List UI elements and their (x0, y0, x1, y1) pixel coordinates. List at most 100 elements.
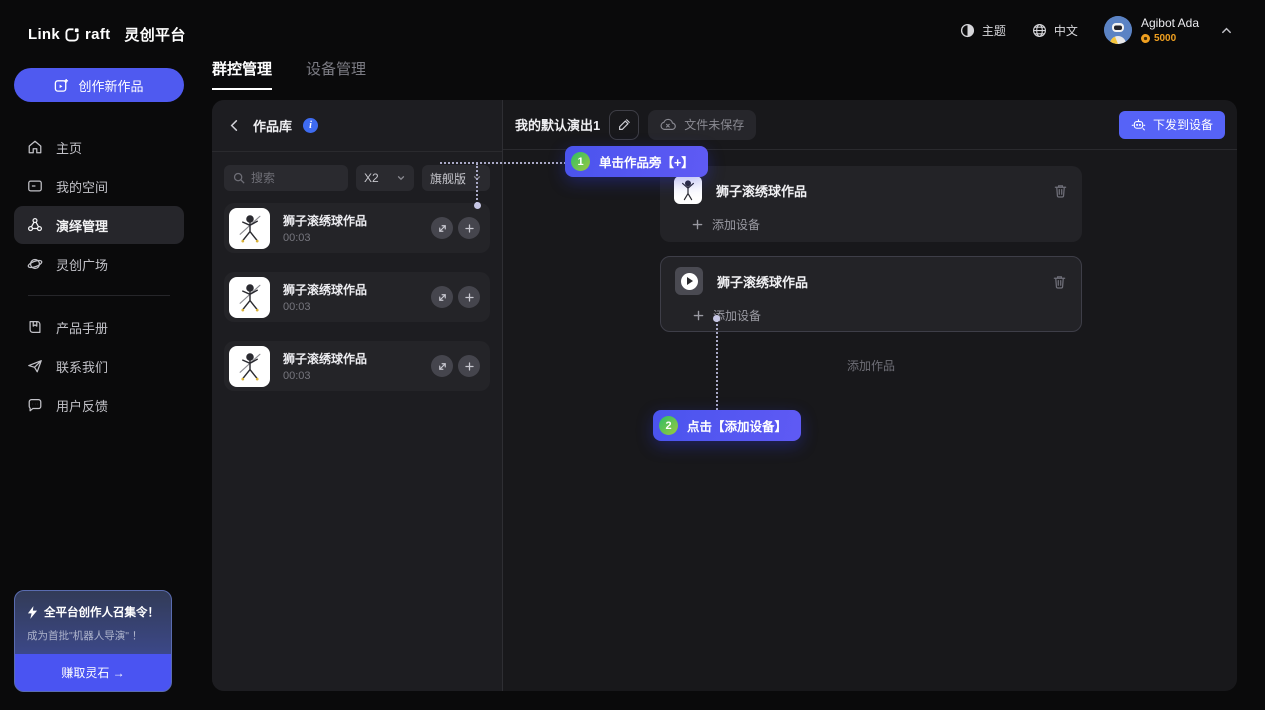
work-duration: 00:03 (283, 301, 426, 313)
language-label: 中文 (1054, 22, 1078, 39)
library-work-item[interactable]: 狮子滚绣球作品 00:03 (224, 272, 490, 322)
lightning-icon (27, 606, 38, 619)
deploy-to-device-button[interactable]: 下发到设备 (1119, 111, 1225, 139)
sidebar-item-contact-us[interactable]: 联系我们 (14, 347, 184, 385)
home-icon (27, 139, 43, 155)
tutorial-connector-dot (474, 202, 481, 209)
sidebar-item-label: 我的空间 (56, 177, 108, 196)
sidebar-item-plaza[interactable]: 灵创广场 (14, 245, 184, 283)
library-work-item[interactable]: 狮子滚绣球作品 00:03 (224, 341, 490, 391)
file-status-label: 文件未保存 (684, 116, 744, 133)
language-switcher[interactable]: 中文 (1032, 22, 1078, 39)
back-arrow-icon[interactable] (227, 118, 242, 133)
show-title: 我的默认演出1 (515, 115, 600, 134)
speed-select[interactable]: X2 (356, 165, 414, 191)
file-status-chip: 文件未保存 (648, 110, 756, 140)
tutorial-connector-dot (713, 315, 720, 322)
sidebar-item-my-space[interactable]: 我的空间 (14, 167, 184, 205)
work-thumbnail (229, 346, 270, 387)
expand-icon[interactable] (431, 217, 453, 239)
work-title: 狮子滚绣球作品 (717, 272, 1038, 291)
topbar: 主题 中文 Agibot Ada 5000 (198, 0, 1265, 60)
brand-text-prefix: Link (28, 26, 60, 43)
content-panel: 作品库 i X2 旗舰版 (212, 100, 1237, 691)
theme-toggle[interactable]: 主题 (960, 22, 1006, 39)
tutorial-connector-line (440, 162, 566, 164)
manual-icon (27, 319, 43, 335)
username: Agibot Ada (1141, 16, 1199, 30)
add-work-plus-icon[interactable] (458, 217, 480, 239)
pencil-icon (617, 118, 631, 132)
create-work-icon (54, 78, 69, 93)
planet-icon (27, 256, 43, 272)
search-input[interactable] (251, 171, 339, 185)
deploy-label: 下发到设备 (1153, 116, 1213, 133)
sidebar-item-label: 灵创广场 (56, 255, 108, 274)
chat-bubble-icon (27, 397, 43, 413)
sidebar-item-home[interactable]: 主页 (14, 128, 184, 166)
tooltip-text: 点击【添加设备】 (687, 416, 787, 435)
rename-button[interactable] (609, 110, 639, 140)
sidebar-item-feedback[interactable]: 用户反馈 (14, 386, 184, 424)
sidebar-divider (28, 295, 170, 296)
tutorial-tooltip-step1: 1 单击作品旁【+】 (565, 146, 708, 177)
trash-icon[interactable] (1053, 183, 1068, 198)
expand-icon[interactable] (431, 355, 453, 377)
work-title: 狮子滚绣球作品 (283, 350, 426, 367)
show-track: 狮子滚绣球作品 添加设备 狮子滚绣球作品 (660, 166, 1082, 374)
earn-gems-label: 赚取灵石 → (61, 664, 124, 681)
promo-subtitle: 成为首批"机器人导演" ！ (27, 628, 159, 643)
tutorial-connector-line (476, 163, 478, 204)
stage-panel: 我的默认演出1 文件未保存 下发到设备 (503, 100, 1237, 691)
work-title: 狮子滚绣球作品 (283, 281, 426, 298)
globe-icon (1032, 23, 1047, 38)
create-work-label: 创作新作品 (78, 76, 143, 95)
search-box (224, 165, 348, 191)
trash-icon[interactable] (1052, 274, 1067, 289)
show-work-card[interactable]: 狮子滚绣球作品 添加设备 (660, 166, 1082, 242)
tab-group-control[interactable]: 群控管理 (212, 58, 272, 90)
cloud-unsaved-icon (660, 118, 676, 131)
plus-icon (692, 219, 703, 230)
add-work-plus-icon[interactable] (458, 355, 480, 377)
promo-card: 全平台创作人召集令！ 成为首批"机器人导演" ！ 赚取灵石 → (14, 590, 172, 692)
expand-icon[interactable] (431, 286, 453, 308)
add-device-button[interactable]: 添加设备 (692, 216, 1068, 233)
coin-icon (1141, 34, 1150, 43)
work-thumbnail (229, 277, 270, 318)
avatar (1104, 16, 1132, 44)
earn-gems-button[interactable]: 赚取灵石 → (15, 654, 171, 691)
sidebar-item-label: 产品手册 (56, 318, 108, 337)
work-thumbnail-playing (675, 267, 703, 295)
add-work-button[interactable]: 添加作品 (660, 357, 1082, 374)
add-device-button[interactable]: 添加设备 (693, 307, 1067, 324)
robot-icon (1131, 118, 1146, 131)
work-thumbnail (674, 176, 702, 204)
tab-device-management[interactable]: 设备管理 (306, 58, 366, 90)
sidebar-item-product-manual[interactable]: 产品手册 (14, 308, 184, 346)
sidebar-item-label: 联系我们 (56, 357, 108, 376)
sidebar-item-label: 主页 (56, 138, 82, 157)
add-work-plus-icon[interactable] (458, 286, 480, 308)
add-device-label: 添加设备 (712, 216, 760, 233)
user-menu[interactable]: Agibot Ada 5000 (1104, 16, 1233, 44)
brand-c-icon (65, 27, 80, 42)
sidebar: Link raft 灵创平台 创作新作品 主页 我的空间 (0, 0, 198, 710)
brand-text-suffix: raft (85, 26, 110, 43)
search-icon (233, 172, 245, 184)
chevron-up-icon[interactable] (1220, 24, 1233, 37)
tooltip-text: 单击作品旁【+】 (599, 152, 694, 171)
sidebar-item-performance-management[interactable]: 演绎管理 (14, 206, 184, 244)
tutorial-connector-line (716, 320, 718, 410)
app-root: Link raft 灵创平台 创作新作品 主页 我的空间 (0, 0, 1265, 710)
coin-balance: 5000 (1154, 33, 1176, 44)
library-work-item[interactable]: 狮子滚绣球作品 00:03 (224, 203, 490, 253)
show-work-card-selected[interactable]: 狮子滚绣球作品 添加设备 (660, 256, 1082, 332)
plus-icon (693, 310, 704, 321)
info-icon[interactable]: i (303, 118, 318, 133)
folder-icon (27, 178, 43, 194)
theme-icon (960, 23, 975, 38)
create-new-work-button[interactable]: 创作新作品 (14, 68, 184, 102)
sidebar-item-label: 用户反馈 (56, 396, 108, 415)
edition-select[interactable]: 旗舰版 (422, 165, 490, 191)
